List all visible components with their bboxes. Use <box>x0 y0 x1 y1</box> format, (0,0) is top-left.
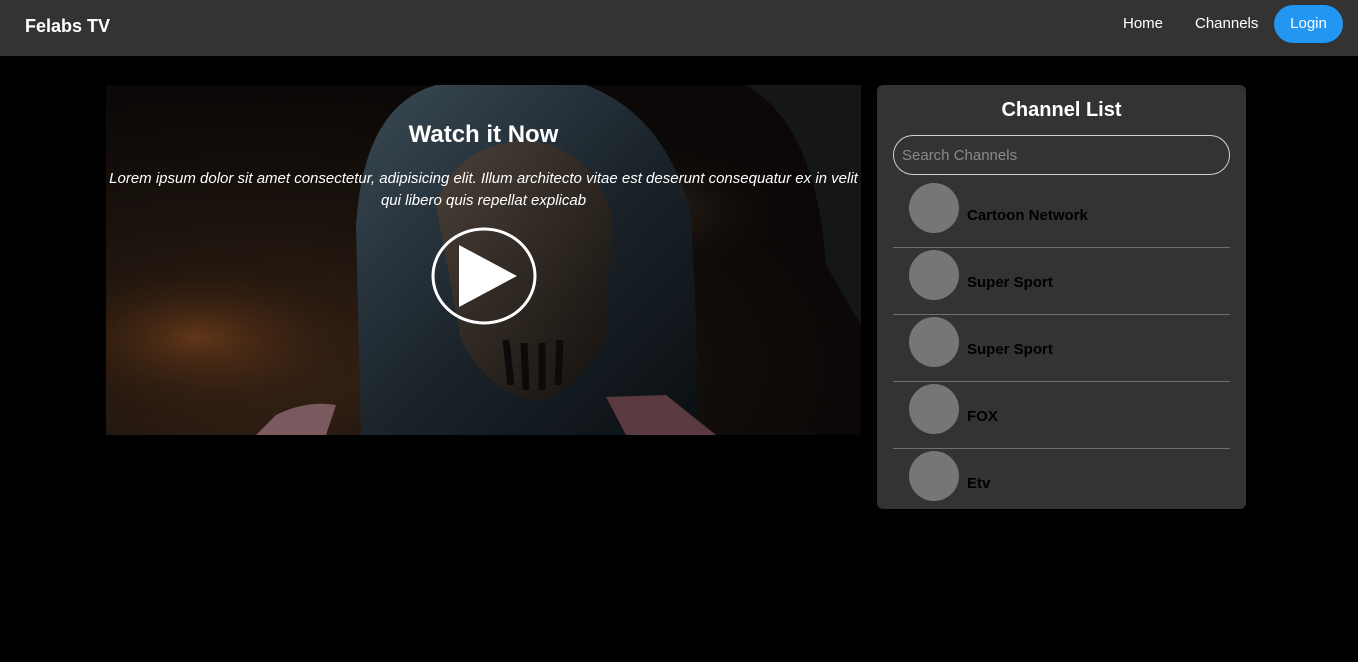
channel-avatar <box>909 183 959 233</box>
play-circle-icon[interactable] <box>431 227 537 325</box>
channel-name: Super Sport <box>967 341 1053 358</box>
search-channels-input[interactable] <box>893 135 1230 175</box>
channel-list: Cartoon Network Super Sport Super Sport … <box>893 181 1230 509</box>
login-button[interactable]: Login <box>1274 5 1343 43</box>
brand-logo[interactable]: Felabs TV <box>25 15 110 37</box>
channel-item-super-sport[interactable]: Super Sport <box>893 248 1230 315</box>
channel-item-fox[interactable]: FOX <box>893 382 1230 449</box>
channel-avatar <box>909 384 959 434</box>
hero-title: Watch it Now <box>408 121 559 148</box>
channel-item-etv[interactable]: Etv <box>893 449 1230 509</box>
channel-avatar <box>909 317 959 367</box>
channel-avatar <box>909 451 959 501</box>
navbar: Felabs TV Home Channels Login <box>0 0 1358 56</box>
channel-item-super-sport-2[interactable]: Super Sport <box>893 315 1230 382</box>
channel-name: FOX <box>967 408 998 425</box>
channel-name: Etv <box>967 475 991 492</box>
channel-avatar <box>909 250 959 300</box>
nav-link-home[interactable]: Home <box>1123 14 1163 34</box>
nav-link-channels[interactable]: Channels <box>1195 14 1258 34</box>
channel-list-panel: Channel List Cartoon Network Super Sport… <box>877 85 1246 509</box>
channel-name: Super Sport <box>967 274 1053 291</box>
channel-item-cartoon-network[interactable]: Cartoon Network <box>893 181 1230 248</box>
channel-name: Cartoon Network <box>967 207 1088 224</box>
hero-banner: Watch it Now Lorem ipsum dolor sit amet … <box>106 85 861 435</box>
channel-list-title: Channel List <box>1001 99 1122 121</box>
hero-description: Lorem ipsum dolor sit amet consectetur, … <box>109 170 858 209</box>
